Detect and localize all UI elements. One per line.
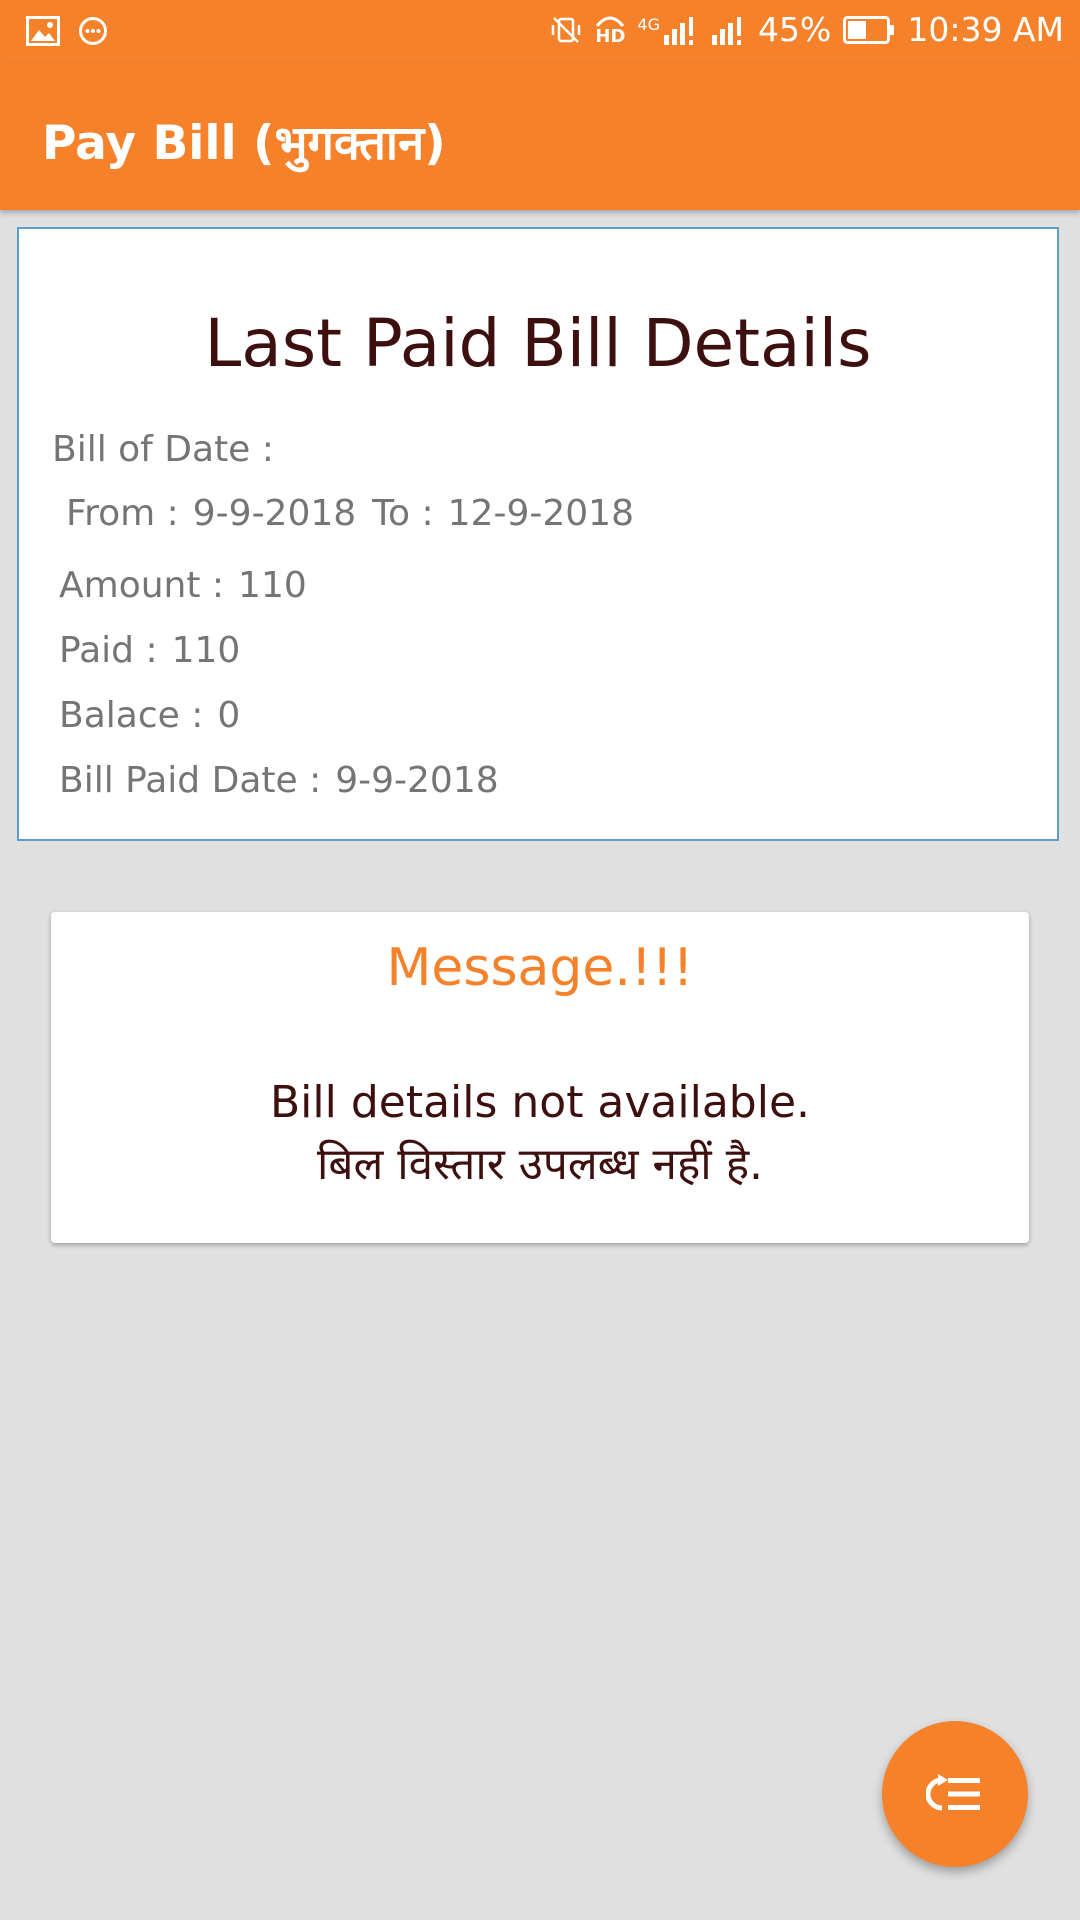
balance-value: 0 — [217, 695, 241, 736]
to-label: To : — [372, 493, 434, 534]
vibrate-off-icon — [549, 13, 583, 47]
hd-label: HD — [595, 25, 626, 47]
paid-row: Paid : 110 — [59, 630, 240, 671]
paid-date-row: Bill Paid Date : 9-9-2018 — [59, 760, 499, 801]
bill-period-row: From : 9-9-2018 To : 12-9-2018 — [66, 493, 634, 534]
signal-icon-secondary — [710, 15, 746, 45]
balance-row: Balace : 0 — [59, 695, 240, 736]
last-paid-bill-card: Last Paid Bill Details Bill of Date : Fr… — [17, 227, 1059, 841]
fab-menu-button[interactable] — [882, 1721, 1028, 1867]
status-left-icons — [26, 16, 108, 46]
paid-date-label: Bill Paid Date : — [59, 760, 322, 801]
paid-value: 110 — [171, 630, 241, 671]
signal-icon: 4G — [637, 15, 698, 45]
amount-label: Amount : — [59, 565, 225, 606]
bill-card-heading: Last Paid Bill Details — [204, 305, 872, 382]
to-value: 12-9-2018 — [447, 493, 634, 534]
clock: 10:39 AM — [907, 10, 1064, 49]
message-text-hindi: बिल विस्तार उपलब्ध नहीं है. — [316, 1139, 764, 1190]
status-bar: HD 4G 45% 10:39 AM — [0, 0, 1080, 63]
message-title: Message.!!! — [386, 938, 694, 998]
hd-call-icon: HD — [595, 14, 625, 46]
bill-of-date-label: Bill of Date : — [52, 429, 274, 470]
amount-row: Amount : 110 — [59, 565, 307, 606]
network-type-label: 4G — [637, 14, 660, 34]
bill-of-date-row: Bill of Date : — [52, 429, 274, 470]
battery-percent: 45% — [758, 10, 832, 49]
chat-bubble-icon — [78, 16, 108, 46]
menu-return-icon — [926, 1772, 984, 1816]
page-title: Pay Bill (भुगक्तान) — [42, 116, 446, 171]
from-label: From : — [66, 493, 179, 534]
message-card: Message.!!! Bill details not available. … — [51, 912, 1029, 1243]
status-right-icons: HD 4G 45% 10:39 AM — [549, 10, 1064, 49]
from-value: 9-9-2018 — [192, 493, 357, 534]
paid-date-value: 9-9-2018 — [335, 760, 499, 801]
paid-label: Paid : — [59, 630, 158, 671]
message-text-english: Bill details not available. — [269, 1077, 811, 1128]
gallery-icon — [26, 16, 60, 46]
amount-value: 110 — [238, 565, 307, 606]
app-bar: Pay Bill (भुगक्तान) — [0, 63, 1080, 210]
balance-label: Balace : — [59, 695, 204, 736]
battery-icon — [843, 15, 895, 44]
